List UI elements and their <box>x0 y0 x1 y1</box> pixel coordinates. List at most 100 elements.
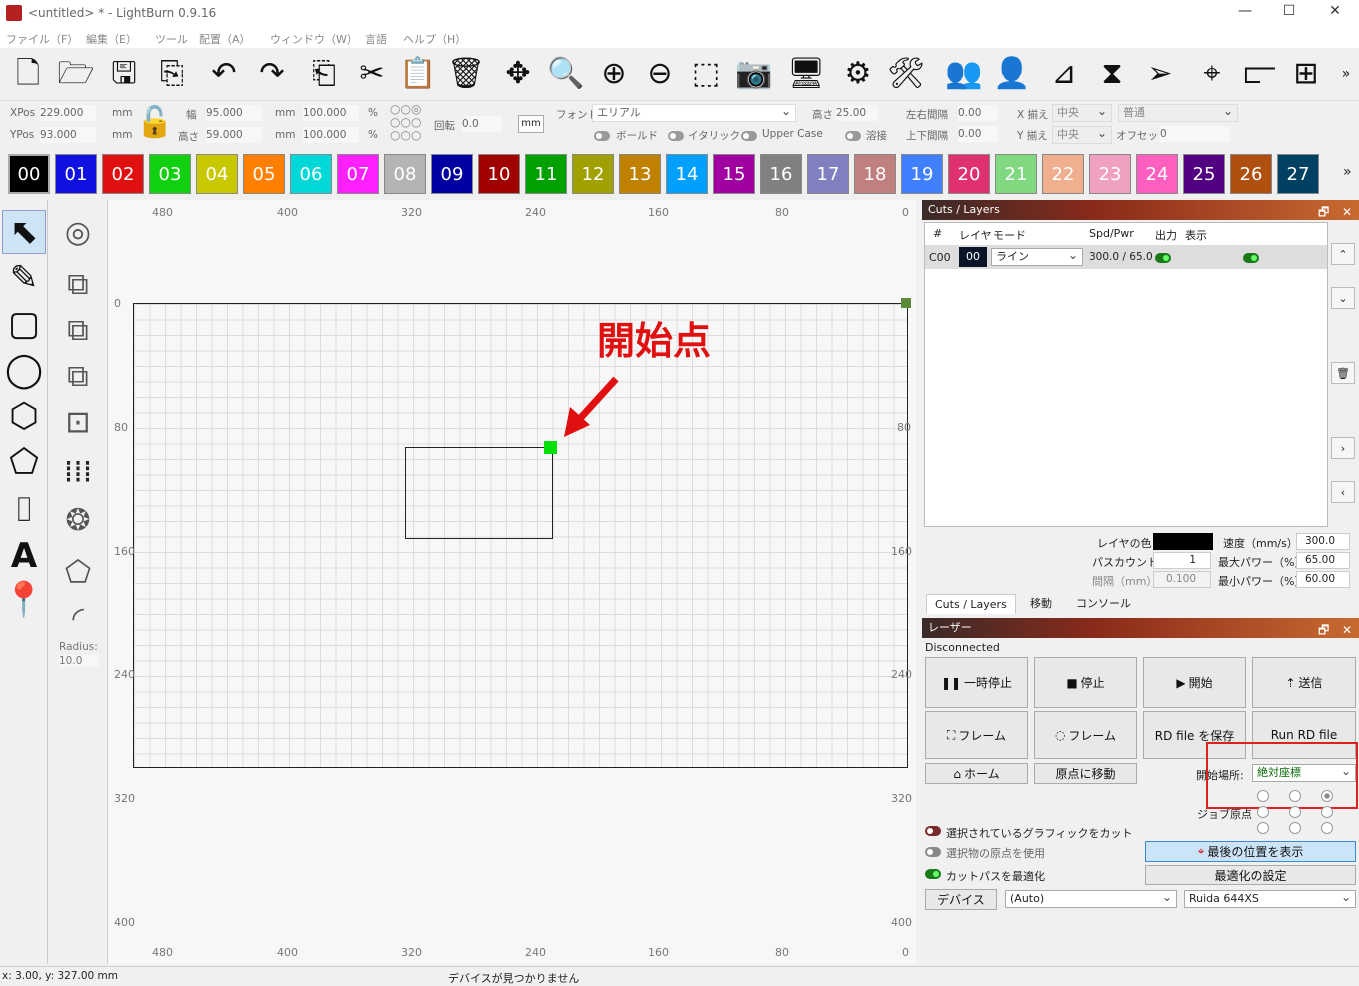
tab-console[interactable]: コンソール <box>1068 594 1139 614</box>
circular-array-icon[interactable]: ❂ <box>54 498 102 542</box>
delete-layer-icon[interactable]: 🗑 <box>1331 362 1355 384</box>
palette-swatch-03[interactable]: 03 <box>149 154 191 194</box>
boolean-diff-icon[interactable]: ⧉ <box>54 308 102 352</box>
machine-settings-icon[interactable]: 🛠 <box>884 52 928 96</box>
arrange-icon[interactable]: ⊞ <box>1284 52 1328 96</box>
job-origin-radio[interactable] <box>1257 806 1269 818</box>
palette-swatch-14[interactable]: 14 <box>666 154 708 194</box>
font-select[interactable]: エリアル <box>592 103 796 122</box>
tab-cuts-layers[interactable]: Cuts / Layers <box>926 594 1016 614</box>
zoom-out-icon[interactable]: ⊖ <box>638 52 682 96</box>
zoom-in-icon[interactable]: ⊕ <box>592 52 636 96</box>
ellipse-icon[interactable]: ◯ <box>2 348 46 392</box>
frame-rect-button[interactable]: ⛶ フレーム <box>925 711 1028 759</box>
palette-swatch-15[interactable]: 15 <box>713 154 755 194</box>
float-icon[interactable]: 🗗 <box>1318 620 1329 640</box>
palette-swatch-22[interactable]: 22 <box>1042 154 1084 194</box>
height-input[interactable]: 59.000 <box>206 127 262 143</box>
fillet-icon[interactable]: ◜ <box>54 596 102 640</box>
palette-swatch-13[interactable]: 13 <box>619 154 661 194</box>
menu-language[interactable]: 言語 <box>365 31 387 47</box>
palette-swatch-10[interactable]: 10 <box>478 154 520 194</box>
frame-select-icon[interactable]: ⬚ <box>684 52 728 96</box>
pass-count-input[interactable]: 1 <box>1153 552 1211 569</box>
cut-selected-toggle[interactable] <box>925 826 941 836</box>
max-power-input[interactable]: 65.00 <box>1296 552 1350 569</box>
move-icon[interactable]: ✥ <box>496 52 540 96</box>
palette-swatch-19[interactable]: 19 <box>901 154 943 194</box>
palette-swatch-06[interactable]: 06 <box>290 154 332 194</box>
maximize-button[interactable]: ☐ <box>1266 3 1312 23</box>
text-icon[interactable]: A <box>2 534 46 578</box>
stop-button[interactable]: ■ 停止 <box>1034 657 1137 708</box>
camera-icon[interactable]: 📷 <box>732 52 776 96</box>
speed-input[interactable]: 300.0 <box>1296 533 1350 550</box>
device-select[interactable]: (Auto) <box>1005 889 1177 908</box>
target-icon[interactable]: ⌖ <box>1190 52 1234 96</box>
min-power-input[interactable]: 60.00 <box>1296 571 1350 588</box>
size-input[interactable]: 25.00 <box>836 105 878 121</box>
row-show-toggle[interactable] <box>1243 253 1259 263</box>
menu-window[interactable]: ウィンドウ（W） <box>270 31 358 47</box>
weld-icon[interactable]: ⊡ <box>54 400 102 444</box>
tab-move[interactable]: 移動 <box>1022 594 1060 614</box>
align-left-icon[interactable]: ⫍ <box>1238 52 1282 96</box>
move-down-icon[interactable]: ⌄ <box>1331 287 1355 309</box>
monitor-icon[interactable]: 🖥 <box>784 52 828 96</box>
new-file-icon[interactable]: 🗋 <box>6 52 50 96</box>
model-select[interactable]: Ruida 644XS <box>1184 889 1356 908</box>
anchor-grid-icon[interactable]: ○○◎ ○○○ ○○○ <box>390 103 430 145</box>
group-icon[interactable]: 👥 <box>942 52 986 96</box>
settings-icon[interactable]: ⚙ <box>836 52 880 96</box>
cut-icon[interactable]: ✂ <box>350 52 394 96</box>
open-folder-icon[interactable]: 🗁 <box>54 52 98 96</box>
palette-swatch-01[interactable]: 01 <box>55 154 97 194</box>
menu-arrange[interactable]: 配置（A） <box>199 31 251 47</box>
goto-origin-button[interactable]: 原点に移動 <box>1034 763 1137 784</box>
table-row[interactable]: C00 00 ライン 300.0 / 65.0 <box>925 245 1327 269</box>
paste-icon[interactable]: 📋 <box>396 52 440 96</box>
zoom-page-icon[interactable]: 🔍 <box>544 52 588 96</box>
polygon-icon[interactable]: ⬡ <box>2 394 46 438</box>
unit-toggle-button[interactable]: mm <box>518 115 544 133</box>
lock-icon[interactable]: 🔓 <box>136 105 173 145</box>
align-icon[interactable]: ⊿ <box>1042 52 1086 96</box>
weld-toggle[interactable] <box>845 131 861 141</box>
job-origin-radio[interactable] <box>1321 822 1333 834</box>
frame-icon[interactable]: ⌷ <box>2 488 46 532</box>
minimize-button[interactable]: — <box>1222 3 1268 23</box>
width-input[interactable]: 95.000 <box>206 105 262 121</box>
rotate-input[interactable]: 0.0 <box>462 116 502 132</box>
rectangle-icon[interactable]: ▢ <box>2 302 46 346</box>
grid-array-icon[interactable]: ⁞⁞⁞ <box>54 450 102 494</box>
palette-swatch-20[interactable]: 20 <box>948 154 990 194</box>
menu-edit[interactable]: 編集（E） <box>86 31 137 47</box>
hspace-input[interactable]: 0.00 <box>958 105 998 121</box>
import-icon[interactable]: ⎘ <box>150 52 194 96</box>
job-origin-radio[interactable] <box>1289 806 1301 818</box>
menu-tools[interactable]: ツール <box>155 31 188 47</box>
radius-input[interactable]: 10.0 <box>59 655 99 667</box>
collapse-left-icon[interactable]: ‹ <box>1331 481 1355 503</box>
offset-input[interactable]: 0 <box>1160 126 1230 142</box>
palette-swatch-17[interactable]: 17 <box>807 154 849 194</box>
start-button[interactable]: ▶ 開始 <box>1143 657 1246 708</box>
boolean-intersect-icon[interactable]: ⧉ <box>54 354 102 398</box>
palette-swatch-00[interactable]: 00 <box>8 154 50 194</box>
palette-swatch-07[interactable]: 07 <box>337 154 379 194</box>
vspace-input[interactable]: 0.00 <box>958 126 998 142</box>
select-icon[interactable]: ⬉ <box>2 210 46 254</box>
use-origin-toggle[interactable] <box>925 847 941 857</box>
job-origin-radio[interactable] <box>1321 806 1333 818</box>
palette-swatch-21[interactable]: 21 <box>995 154 1037 194</box>
save-icon[interactable]: 🖫 <box>102 52 146 96</box>
style-select[interactable]: 普通 <box>1118 103 1238 122</box>
toolbar-more-icon[interactable]: » <box>1336 52 1356 96</box>
palette-swatch-05[interactable]: 05 <box>243 154 285 194</box>
send-button[interactable]: ⇡ 送信 <box>1252 657 1356 708</box>
job-origin-radio[interactable] <box>1289 822 1301 834</box>
layer-color-swatch[interactable] <box>1153 533 1213 550</box>
optimization-settings-button[interactable]: 最適化の設定 <box>1145 865 1356 885</box>
optimize-toggle[interactable] <box>925 869 941 879</box>
frame-round-button[interactable]: ◌ フレーム <box>1034 711 1137 759</box>
